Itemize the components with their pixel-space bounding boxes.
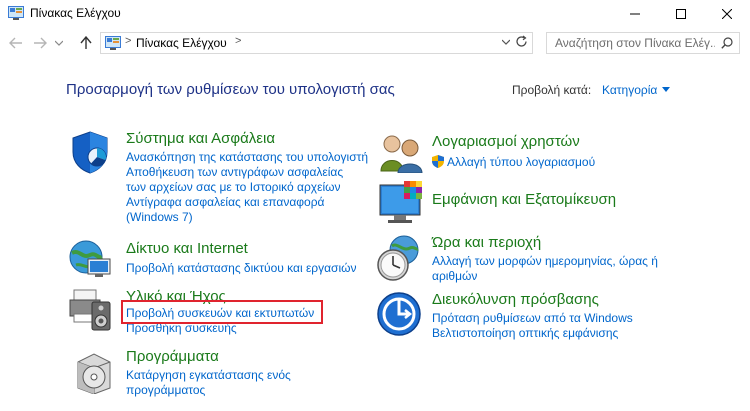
link-windows-suggest-settings[interactable]: Πρόταση ρυθμίσεων από τα Windows: [432, 311, 633, 326]
link-file-history[interactable]: Αποθήκευση των αντιγράφων ασφαλείας: [126, 165, 343, 180]
up-arrow-icon[interactable]: [76, 32, 96, 54]
programs-disc-icon[interactable]: [72, 348, 120, 396]
control-panel-icon: [8, 6, 24, 20]
control-panel-icon: [105, 36, 121, 50]
category-title[interactable]: Σύστημα και Ασφάλεια: [126, 130, 275, 147]
title-bar: Πίνακας Ελέγχου: [0, 0, 750, 28]
link-uninstall-program[interactable]: Κατάργηση εγκατάστασης ενός: [126, 368, 291, 383]
link-change-account-type[interactable]: Αλλαγή τύπου λογαριασμού: [432, 155, 595, 170]
maximize-button[interactable]: [658, 0, 704, 28]
refresh-icon[interactable]: [515, 35, 528, 51]
category-title[interactable]: Εμφάνιση και Εξατομίκευση: [432, 191, 616, 208]
link-network-status[interactable]: Προβολή κατάστασης δικτύου και εργασιών: [126, 261, 357, 276]
search-box[interactable]: Αναζήτηση στον Πίνακα Ελέγ...: [546, 32, 740, 54]
navigation-bar: > Πίνακας Ελέγχου > Αναζήτηση στον Πίνακ…: [0, 28, 750, 58]
link-file-history-cont[interactable]: των αρχείων σας με το Ιστορικό αρχείων: [126, 180, 340, 195]
link-review-status[interactable]: Ανασκόπηση της κατάστασης του υπολογιστή: [126, 150, 368, 165]
category-title[interactable]: Λογαριασμοί χρηστών: [432, 133, 580, 150]
view-by-label: Προβολή κατά:: [512, 83, 592, 97]
clock-globe-icon[interactable]: [376, 234, 424, 282]
view-by-dropdown-arrow-icon[interactable]: [662, 87, 670, 92]
link-change-account-type-label[interactable]: Αλλαγή τύπου λογαριασμού: [447, 155, 595, 169]
address-dropdown-icon[interactable]: [501, 37, 511, 47]
close-button[interactable]: [704, 0, 750, 28]
breadcrumb-control-panel[interactable]: Πίνακας Ελέγχου: [136, 36, 227, 50]
address-bar[interactable]: > Πίνακας Ελέγχου >: [100, 32, 533, 54]
category-title[interactable]: Διευκόλυνση πρόσβασης: [432, 291, 599, 308]
link-date-time-formats-cont[interactable]: αριθμών: [432, 269, 477, 284]
network-globe-icon[interactable]: [68, 239, 116, 287]
link-date-time-formats[interactable]: Αλλαγή των μορφών ημερομηνίας, ώρας ή: [432, 254, 658, 269]
uac-shield-icon: [432, 155, 444, 168]
breadcrumb-separator[interactable]: >: [125, 35, 131, 47]
printer-speaker-icon[interactable]: [68, 288, 116, 336]
minimize-button[interactable]: [612, 0, 658, 28]
category-title[interactable]: Προγράμματα: [126, 348, 219, 365]
page-title: Προσαρμογή των ρυθμίσεων του υπολογιστή …: [66, 81, 395, 98]
link-backup-restore[interactable]: Αντίγραφα ασφαλείας και επαναφορά: [126, 195, 325, 210]
search-icon[interactable]: [721, 37, 733, 52]
window-title: Πίνακας Ελέγχου: [30, 6, 121, 20]
back-arrow-icon[interactable]: [6, 32, 26, 54]
appearance-monitor-icon[interactable]: [378, 181, 426, 229]
user-accounts-icon[interactable]: [378, 133, 426, 181]
category-title[interactable]: Ώρα και περιοχή: [432, 234, 541, 251]
link-optimize-visual-display[interactable]: Βελτιστοποίηση οπτικής εμφάνισης: [432, 326, 618, 341]
ease-of-access-icon[interactable]: [376, 291, 424, 339]
search-input[interactable]: Αναζήτηση στον Πίνακα Ελέγ...: [555, 36, 715, 50]
highlight-box: [121, 300, 323, 324]
link-uninstall-program-cont[interactable]: προγράμματος: [126, 383, 205, 398]
security-shield-icon[interactable]: [70, 130, 118, 178]
view-by-dropdown[interactable]: Κατηγορία: [602, 83, 657, 97]
forward-arrow-icon[interactable]: [30, 32, 50, 54]
category-title[interactable]: Δίκτυο και Internet: [126, 240, 248, 257]
link-backup-restore-cont[interactable]: (Windows 7): [126, 210, 193, 225]
recent-locations-chevron-icon[interactable]: [52, 32, 66, 54]
breadcrumb-separator[interactable]: >: [235, 35, 241, 47]
